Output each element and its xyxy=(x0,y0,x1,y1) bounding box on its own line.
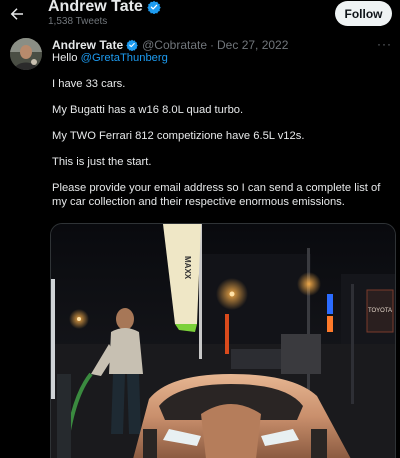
avatar-image xyxy=(10,38,42,70)
greeting-prefix: Hello xyxy=(52,52,81,64)
verified-badge-icon xyxy=(147,0,161,14)
tweet-media-image[interactable]: TOYOTA MAXX xyxy=(50,223,396,458)
tweet-line: I have 33 cars. xyxy=(52,78,126,90)
tweet-line: My Bugatti has a w16 8.0L quad turbo. xyxy=(52,104,244,116)
banner-text: MAXX xyxy=(183,256,192,280)
tweet-date[interactable]: Dec 27, 2022 xyxy=(217,38,288,52)
tweet-greeting: Hello @GretaThunberg xyxy=(52,51,392,65)
tweet-line: My TWO Ferrari 812 competizione have 6.5… xyxy=(52,130,305,142)
more-options-icon[interactable]: ··· xyxy=(377,37,392,51)
mention-link[interactable]: @GretaThunberg xyxy=(81,52,168,64)
follow-button[interactable]: Follow xyxy=(335,1,392,26)
verified-badge-icon xyxy=(126,39,138,51)
back-arrow-icon[interactable] xyxy=(8,5,26,23)
tweet-line: Please provide your email address so I c… xyxy=(52,182,381,208)
tweet-count: 1,538 Tweets xyxy=(48,16,108,27)
profile-name[interactable]: Andrew Tate xyxy=(48,0,161,16)
tweet-author-name[interactable]: Andrew Tate xyxy=(52,38,123,52)
car-photo: TOYOTA MAXX xyxy=(51,224,395,458)
profile-header: Andrew Tate 1,538 Tweets Follow xyxy=(0,0,400,31)
tweet-line: This is just the start. xyxy=(52,156,152,168)
toyota-sign: TOYOTA xyxy=(368,308,392,314)
tweet-author-handle[interactable]: @Cobratate xyxy=(142,38,207,52)
tweet-text: Hello @GretaThunberg I have 33 cars. My … xyxy=(52,51,392,209)
tweet-separator: · xyxy=(210,37,215,52)
profile-name-label: Andrew Tate xyxy=(48,0,143,15)
avatar[interactable] xyxy=(10,38,42,70)
